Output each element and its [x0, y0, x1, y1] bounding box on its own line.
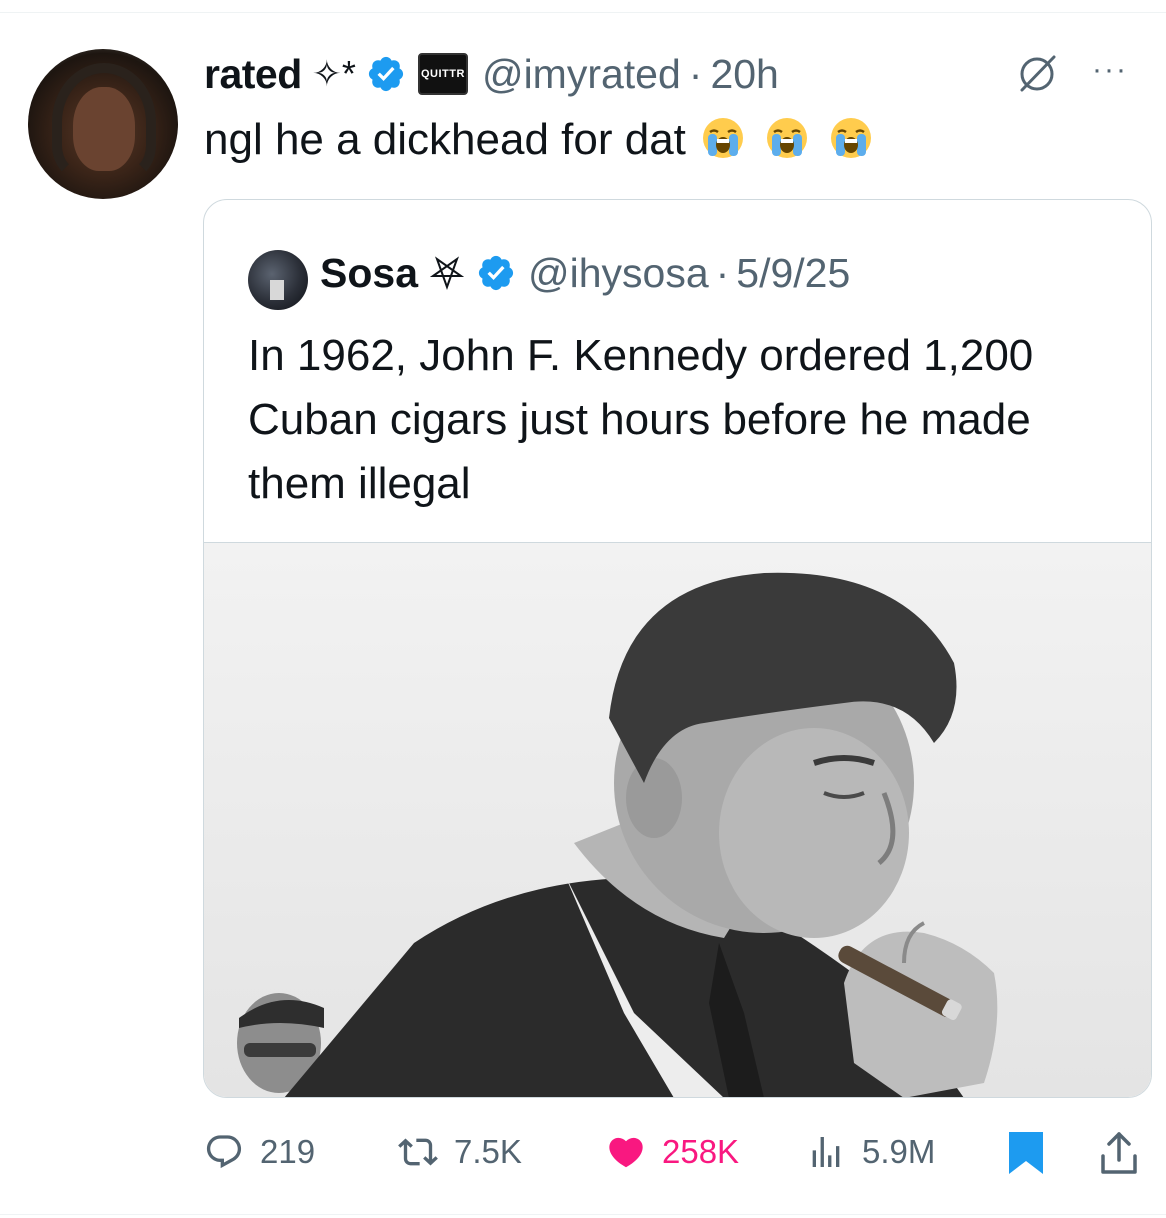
- verified-badge-icon[interactable]: [366, 54, 406, 94]
- reply-count: 219: [260, 1133, 316, 1170]
- like-count: 258K: [662, 1133, 740, 1170]
- author-avatar[interactable]: [28, 49, 178, 199]
- repost-count: 7.5K: [454, 1133, 522, 1170]
- bookmark-icon[interactable]: [1005, 1130, 1047, 1176]
- loudly-crying-face-icon: [830, 118, 871, 158]
- affiliation-badge[interactable]: QUITTR: [417, 53, 468, 95]
- quoted-author-display-name[interactable]: Sosa: [320, 250, 418, 297]
- bottom-divider: [0, 1214, 1166, 1215]
- quoted-author-handle[interactable]: @ihysosa: [528, 250, 709, 297]
- more-options-icon[interactable]: ···: [1092, 55, 1128, 85]
- quoted-author-avatar[interactable]: [248, 250, 308, 310]
- name-decoration: ✧*: [311, 53, 356, 94]
- grok-icon[interactable]: [1016, 53, 1058, 95]
- separator-dot: ·: [715, 249, 730, 296]
- heart-icon: [609, 1137, 643, 1168]
- author-display-name[interactable]: rated: [204, 51, 302, 98]
- separator-dot: ·: [688, 50, 703, 97]
- action-bar: 219 7.5K 258K 5.9M: [0, 1120, 1166, 1190]
- quoted-tweet-header: Sosa @ihysosa · 5/9/25: [320, 246, 850, 300]
- tweet-text: ngl he a dickhead for dat: [204, 110, 874, 170]
- quoted-tweet-photo[interactable]: [204, 542, 1151, 1097]
- share-icon[interactable]: [1098, 1130, 1140, 1176]
- quoted-tweet-date[interactable]: 5/9/25: [736, 250, 850, 297]
- repost-button[interactable]: 7.5K: [398, 1120, 522, 1184]
- quoted-tweet-text: In 1962, John F. Kennedy ordered 1,200 C…: [248, 331, 1034, 508]
- tweet-header: rated ✧* QUITTR @imyrated · 20h: [204, 46, 779, 102]
- photo-man-smoking-cigar: [204, 543, 1151, 1097]
- tweet-timestamp[interactable]: 20h: [710, 51, 778, 98]
- like-button[interactable]: 258K: [606, 1120, 739, 1184]
- views-count: 5.9M: [862, 1133, 936, 1170]
- tweet-body: ngl he a dickhead for dat: [204, 115, 686, 164]
- views-chart-icon: [812, 1137, 840, 1167]
- loudly-crying-face-icon: [766, 118, 807, 158]
- verified-badge-icon[interactable]: [476, 253, 516, 293]
- loudly-crying-face-icon: [702, 118, 743, 158]
- reply-button[interactable]: 219: [204, 1120, 315, 1184]
- quoted-tweet[interactable]: Sosa @ihysosa · 5/9/25 In 1962, John F. …: [203, 199, 1152, 1098]
- views-button[interactable]: 5.9M: [806, 1120, 935, 1184]
- reply-icon: [206, 1135, 242, 1169]
- pentagram-icon: [430, 256, 464, 290]
- top-divider: [0, 12, 1166, 13]
- repost-icon: [398, 1138, 438, 1166]
- author-handle[interactable]: @imyrated: [482, 51, 681, 98]
